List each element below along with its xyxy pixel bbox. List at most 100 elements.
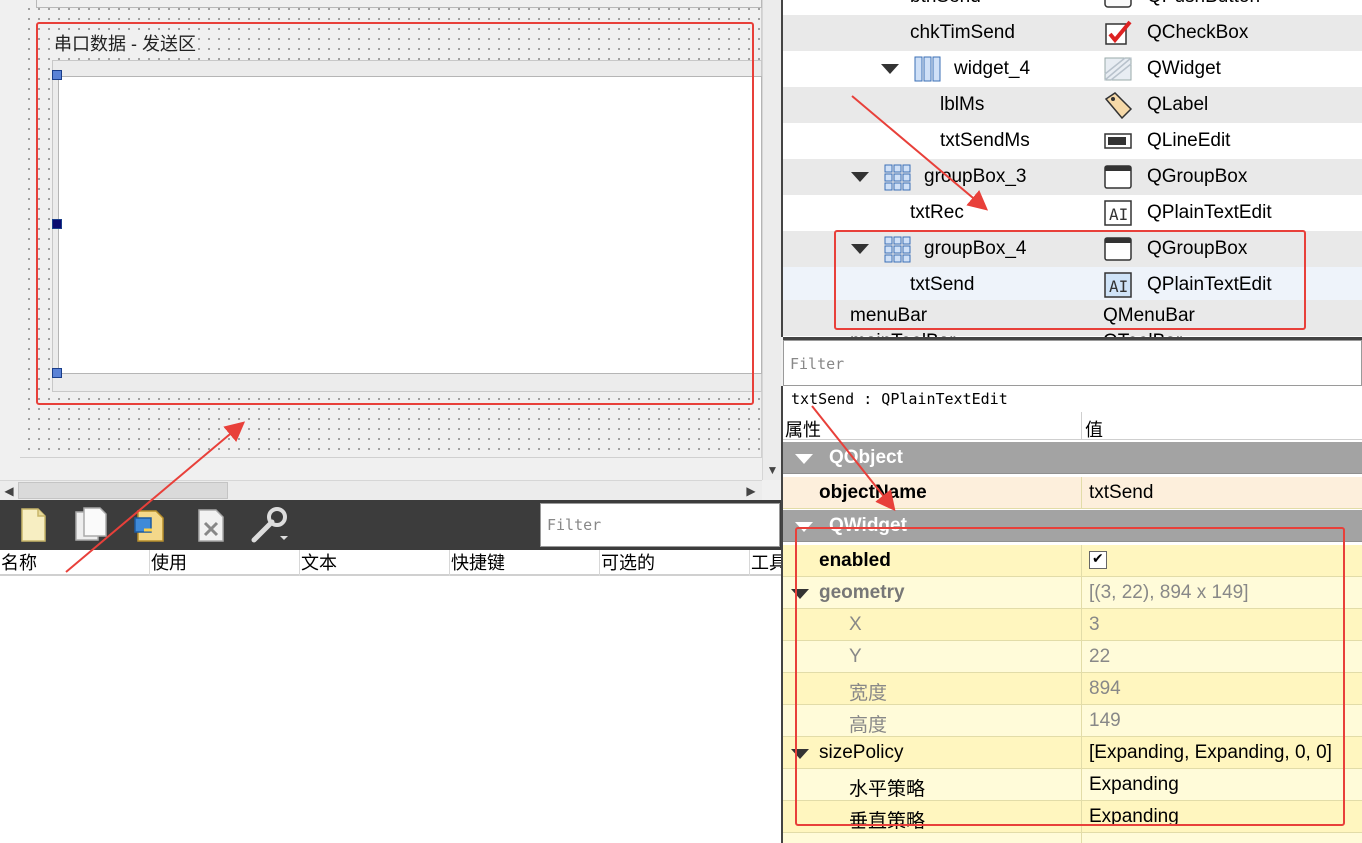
configure-wrench-icon[interactable]: [250, 506, 288, 544]
property-value[interactable]: 149: [1089, 710, 1121, 732]
scroll-down-arrow-icon[interactable]: ▼: [763, 460, 781, 480]
tree-row-btnsend[interactable]: btnSend QPushButton: [783, 0, 1362, 15]
paste-action-icon[interactable]: [132, 506, 170, 544]
value-divider: [1081, 477, 1082, 509]
column-header-name[interactable]: 名称: [0, 550, 150, 576]
copy-action-icon[interactable]: [72, 506, 110, 544]
property-row-x[interactable]: X 3: [783, 609, 1362, 641]
property-row-width[interactable]: 宽度 894: [783, 673, 1362, 705]
tree-row-txtsend[interactable]: txtSend AI QPlainTextEdit: [783, 267, 1362, 303]
column-header-text[interactable]: 文本: [300, 550, 450, 576]
resize-handle-bottom[interactable]: [52, 368, 62, 378]
value-divider: [1081, 641, 1082, 673]
groupbox-icon: [1104, 165, 1132, 189]
value-divider: [1081, 609, 1082, 641]
property-value[interactable]: 22: [1089, 646, 1110, 668]
column-header-checkable[interactable]: 可选的: [600, 550, 750, 576]
object-class: QPlainTextEdit: [1147, 274, 1272, 295]
expand-arrow-icon[interactable]: [851, 172, 869, 182]
vertical-layout-icon: [914, 56, 941, 82]
property-value[interactable]: txtSend: [1089, 482, 1153, 504]
property-value[interactable]: 3: [1089, 614, 1100, 636]
pushbutton-icon: [1104, 0, 1132, 8]
collapse-arrow-icon[interactable]: [795, 454, 813, 464]
object-name: txtRec: [910, 202, 964, 223]
horizontal-scrollbar[interactable]: ◀ ▶: [0, 480, 762, 500]
expand-arrow-icon[interactable]: [851, 244, 869, 254]
object-name: txtSendMs: [940, 130, 1030, 151]
value-divider: [1081, 673, 1082, 705]
vertical-scrollbar[interactable]: ▼: [762, 0, 781, 480]
property-editor-panel: txtSend : QPlainTextEdit 属性 值 QObject ob…: [781, 386, 1362, 843]
tree-row-txtsendms[interactable]: txtSendMs QLineEdit: [783, 123, 1362, 159]
object-class: QWidget: [1147, 58, 1221, 79]
property-name: 垂直策略: [849, 811, 926, 832]
property-table-header: 属性 值: [783, 412, 1362, 440]
object-filter-input[interactable]: Filter: [783, 340, 1362, 386]
action-filter-input[interactable]: Filter: [540, 503, 780, 547]
action-table-header: 名称 使用 文本 快捷键 可选的 工具: [0, 550, 781, 576]
tree-row-groupbox3[interactable]: groupBox_3 QGroupBox: [783, 159, 1362, 195]
property-row-objectname[interactable]: objectName txtSend: [783, 477, 1362, 509]
lineedit-icon: [1104, 133, 1132, 149]
object-class: QCheckBox: [1147, 22, 1249, 43]
object-name: groupBox_4: [924, 238, 1027, 259]
expand-arrow-icon[interactable]: [791, 749, 809, 759]
property-value[interactable]: 894: [1089, 678, 1121, 700]
horizontal-scroll-thumb[interactable]: [18, 482, 228, 499]
tree-row-maintoolbar[interactable]: mainToolBar QToolBar: [783, 326, 1362, 337]
property-row-sizepolicy[interactable]: sizePolicy [Expanding, Expanding, 0, 0]: [783, 737, 1362, 769]
group-name: QWidget: [829, 515, 907, 536]
property-value[interactable]: Expanding: [1089, 774, 1179, 796]
object-name: lblMs: [940, 94, 985, 115]
tree-row-chktimsend[interactable]: chkTimSend QCheckBox: [783, 15, 1362, 51]
delete-action-icon[interactable]: [192, 506, 230, 544]
property-row-y[interactable]: Y 22: [783, 641, 1362, 673]
property-row-enabled[interactable]: enabled ✔: [783, 545, 1362, 577]
property-value[interactable]: Expanding: [1089, 806, 1179, 828]
grid-layout-icon: [884, 236, 911, 263]
previous-groupbox-edge: [36, 0, 762, 8]
tree-row-groupbox4[interactable]: groupBox_4 QGroupBox: [783, 231, 1362, 267]
object-name: menuBar: [850, 305, 928, 326]
object-inspector-tree: btnSend QPushButton chkTimSend QCheckBox…: [781, 0, 1362, 337]
value-divider: [1081, 769, 1082, 801]
object-name: groupBox_3: [924, 166, 1027, 187]
property-name: objectName: [819, 482, 927, 503]
tree-row-txtrec[interactable]: txtRec AI QPlainTextEdit: [783, 195, 1362, 231]
property-row-vertical-policy[interactable]: 垂直策略 Expanding: [783, 801, 1362, 833]
scroll-right-arrow-icon[interactable]: ▶: [742, 481, 760, 500]
column-header-shortcut[interactable]: 快捷键: [450, 550, 600, 576]
property-editor-title: txtSend : QPlainTextEdit: [791, 390, 1008, 408]
resize-handle-top[interactable]: [52, 70, 62, 80]
property-row-horizontal-policy[interactable]: 水平策略 Expanding: [783, 769, 1362, 801]
column-header-tooltip[interactable]: 工具: [750, 550, 781, 576]
property-group-qobject[interactable]: QObject: [783, 442, 1362, 474]
tree-row-widget4[interactable]: widget_4 QWidget: [783, 51, 1362, 87]
column-header-property[interactable]: 属性: [785, 416, 821, 442]
tree-row-lblms[interactable]: lblMs QLabel: [783, 87, 1362, 123]
property-name: X: [849, 614, 862, 635]
property-row-height[interactable]: 高度 149: [783, 705, 1362, 737]
property-value[interactable]: [Expanding, Expanding, 0, 0]: [1089, 742, 1332, 764]
send-text-edit-widget[interactable]: [58, 76, 762, 374]
collapse-arrow-icon[interactable]: [795, 522, 813, 532]
property-group-qwidget[interactable]: QWidget: [783, 510, 1362, 542]
group-name: QObject: [829, 447, 903, 468]
property-name: sizePolicy: [819, 742, 904, 763]
expand-arrow-icon[interactable]: [791, 589, 809, 599]
property-value[interactable]: [(3, 22), 894 x 149]: [1089, 582, 1249, 604]
resize-handle-middle[interactable]: [52, 219, 62, 229]
enabled-checkbox[interactable]: ✔: [1089, 550, 1107, 569]
property-name: 水平策略: [849, 779, 926, 800]
property-row-geometry[interactable]: geometry [(3, 22), 894 x 149]: [783, 577, 1362, 609]
object-name: chkTimSend: [910, 22, 1015, 43]
form-designer-canvas[interactable]: 串口数据 - 发送区 ▼ ◀ ▶: [0, 0, 781, 500]
new-action-icon[interactable]: [14, 506, 52, 544]
header-divider: [1081, 412, 1082, 440]
expand-arrow-icon[interactable]: [881, 64, 899, 74]
object-class: QGroupBox: [1147, 166, 1248, 187]
scroll-left-arrow-icon[interactable]: ◀: [0, 481, 18, 500]
column-header-used[interactable]: 使用: [150, 550, 300, 576]
column-header-value[interactable]: 值: [1085, 416, 1103, 442]
